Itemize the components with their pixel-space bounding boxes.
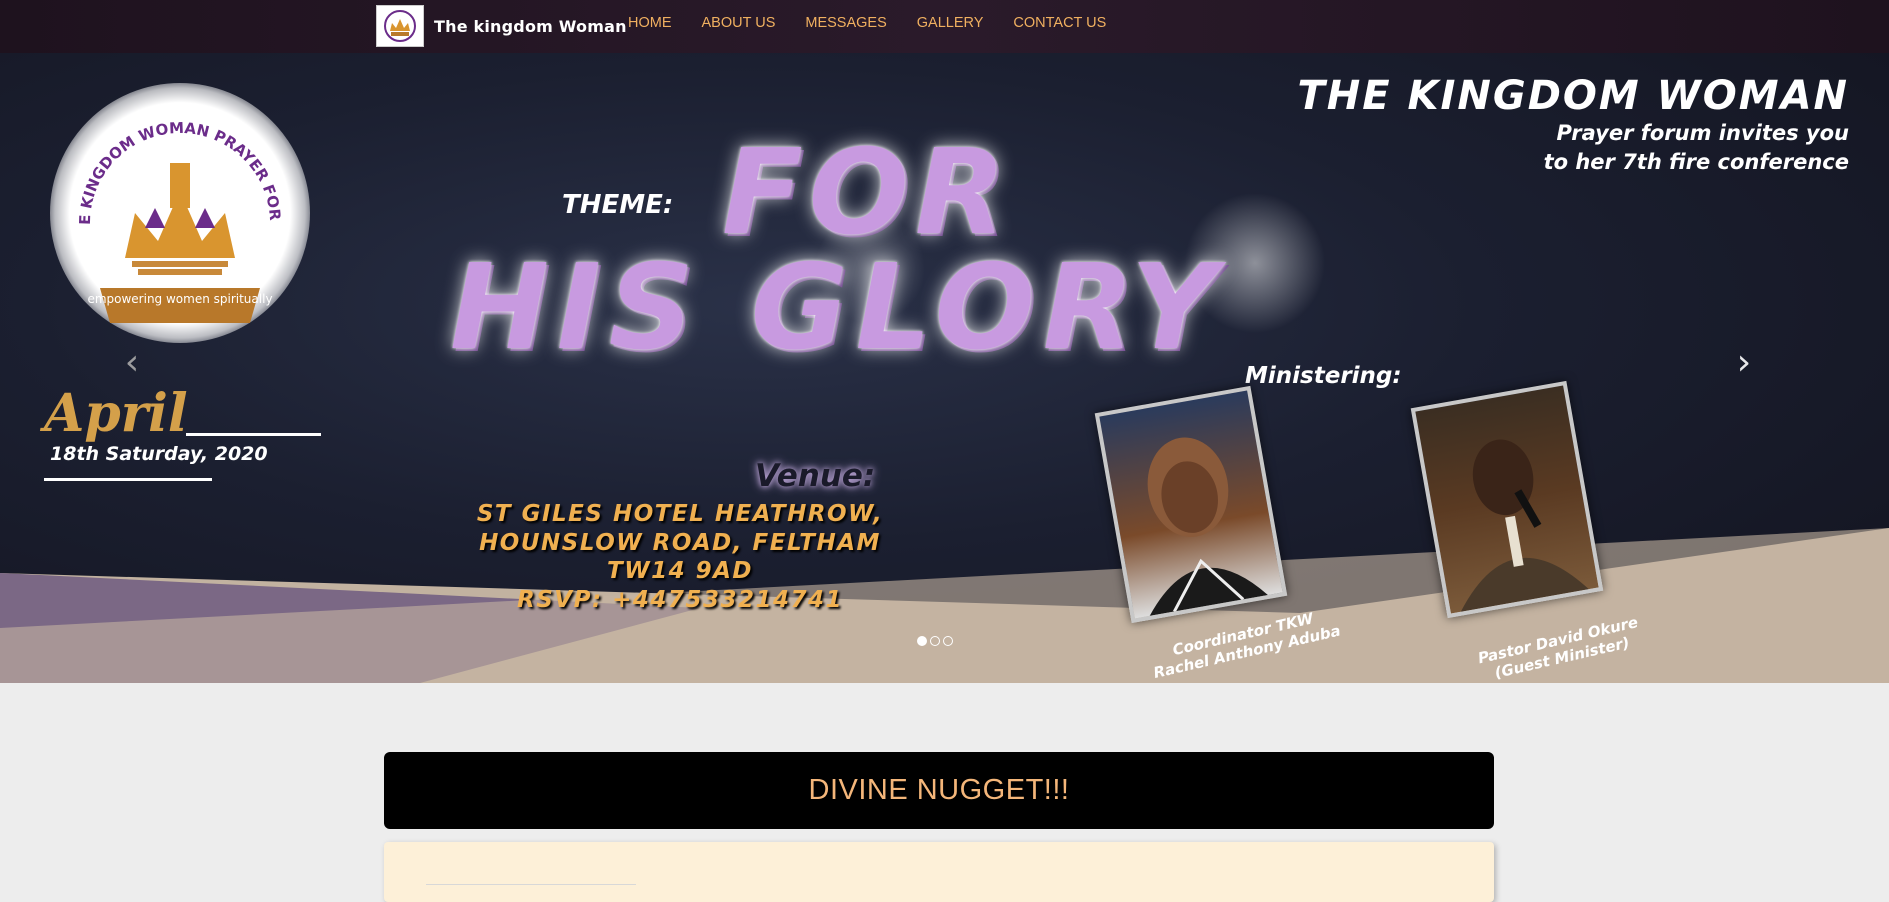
nav-gallery[interactable]: GALLERY — [902, 15, 999, 31]
divine-nugget-card — [384, 842, 1494, 902]
date-divider-1 — [186, 433, 321, 436]
nav-messages[interactable]: MESSAGES — [790, 15, 901, 31]
carousel-dot-2[interactable] — [930, 636, 940, 646]
carousel-indicators — [917, 636, 953, 646]
hero-carousel: THE KINGDOM WOMAN PRAYER FORUM empowerin… — [0, 53, 1889, 683]
carousel-dot-1[interactable] — [917, 636, 927, 646]
banner-subtitle-1: Prayer forum invites you — [1556, 121, 1849, 145]
carousel-prev-icon[interactable]: ‹ — [112, 343, 152, 383]
venue-line-2: HOUNSLOW ROAD, FELTHAM — [479, 529, 881, 556]
carousel-dot-3[interactable] — [943, 636, 953, 646]
event-month: April — [44, 383, 188, 444]
venue-details: ST GILES HOTEL HEATHROW, HOUNSLOW ROAD, … — [445, 500, 915, 614]
brand-name: The kingdom Woman — [434, 16, 627, 36]
venue-rsvp: RSVP: +447533214741 — [517, 586, 843, 613]
forum-crest-logo: THE KINGDOM WOMAN PRAYER FORUM empowerin… — [43, 69, 310, 343]
banner-subtitle-2: to her 7th fire conference — [1543, 150, 1849, 174]
venue-line-3: TW14 9AD — [607, 558, 753, 584]
nav-about-us[interactable]: ABOUT US — [687, 15, 791, 31]
venue-label: Venue: — [755, 458, 876, 494]
date-divider-2 — [44, 478, 212, 481]
banner-title: THE KINGDOM WOMAN — [1297, 73, 1849, 119]
event-date: 18th Saturday, 2020 — [50, 443, 268, 465]
theme-label: THEME: — [562, 190, 674, 220]
brand[interactable]: The kingdom Woman — [376, 5, 627, 47]
nav-contact-us[interactable]: CONTACT US — [998, 15, 1121, 31]
top-navbar: The kingdom Woman HOME ABOUT US MESSAGES… — [0, 0, 1889, 53]
divine-nugget-header: DIVINE NUGGET!!! — [384, 752, 1494, 829]
card-divider — [426, 884, 636, 885]
carousel-next-icon[interactable]: › — [1724, 343, 1764, 383]
svg-text:THE KINGDOM WOMAN PRAYER FORUM: THE KINGDOM WOMAN PRAYER FORUM — [50, 83, 284, 225]
nav-home[interactable]: HOME — [628, 15, 687, 31]
banner-heading: THE KINGDOM WOMAN Prayer forum invites y… — [1298, 73, 1850, 177]
ministering-label: Ministering: — [1245, 363, 1402, 389]
brand-logo-icon — [376, 5, 424, 47]
section-heading: DIVINE NUGGET!!! — [808, 774, 1070, 806]
crest-tagline: empowering women spiritually — [87, 292, 272, 306]
main-nav: HOME ABOUT US MESSAGES GALLERY CONTACT U… — [628, 0, 1121, 46]
venue-line-1: ST GILES HOTEL HEATHROW, — [476, 501, 884, 527]
crest-arc-text: THE KINGDOM WOMAN PRAYER FORUM — [43, 69, 285, 225]
theme-line-2: HIS GLORY — [450, 238, 1225, 376]
